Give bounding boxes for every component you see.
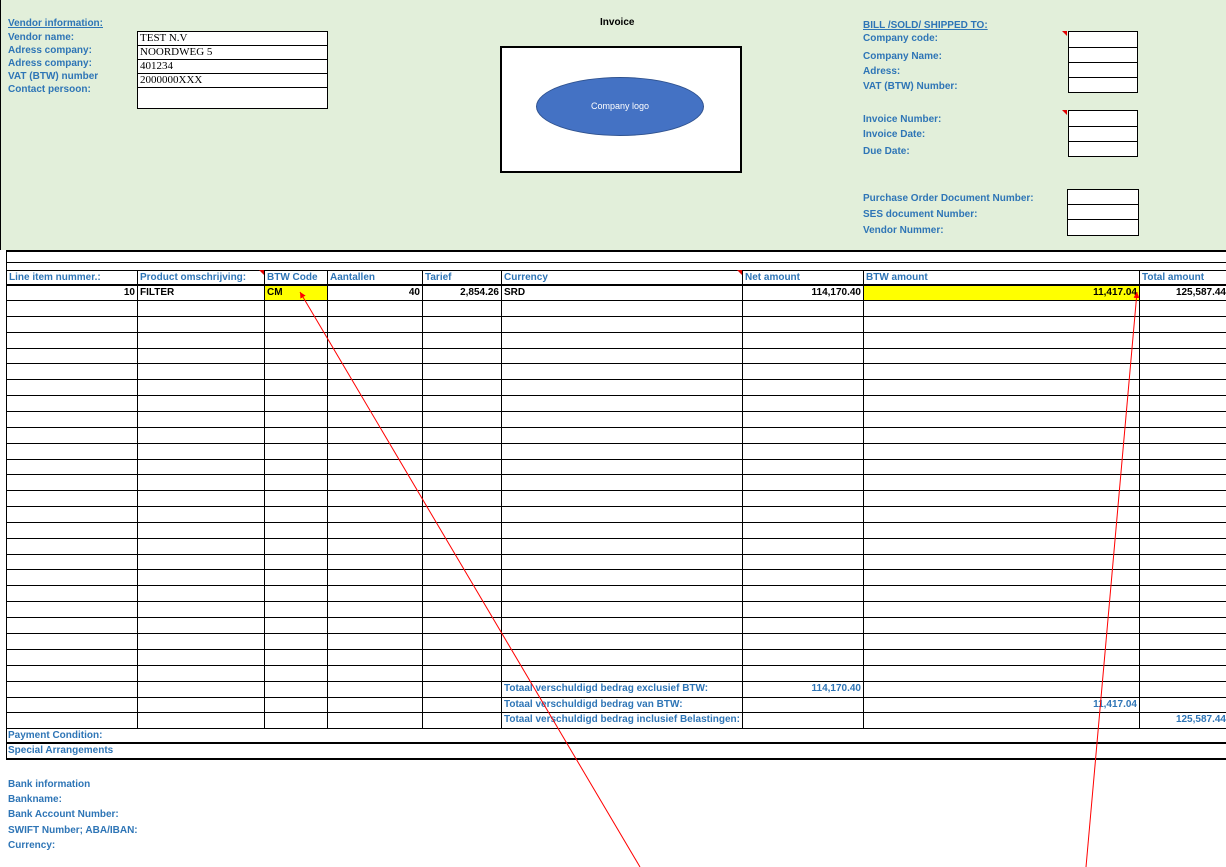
arrow-to-btw-code	[299, 291, 641, 867]
annotation-arrows	[299, 291, 1140, 867]
arrow-to-btw-amount	[1085, 291, 1140, 867]
